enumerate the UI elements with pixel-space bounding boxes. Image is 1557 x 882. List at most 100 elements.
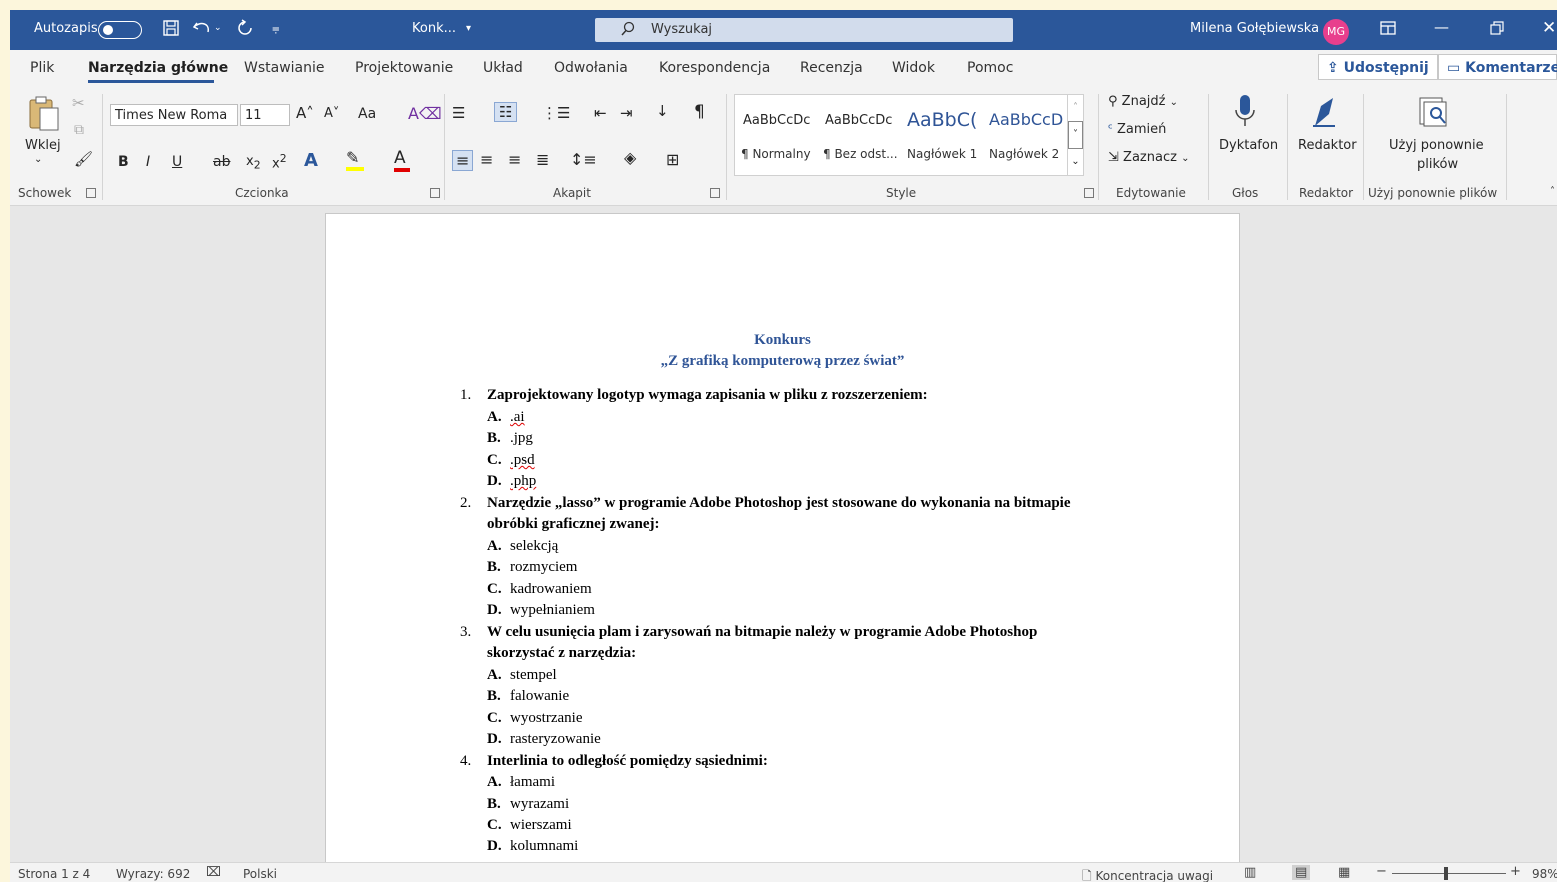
reuse-label-line2[interactable]: plików: [1417, 157, 1458, 172]
close-icon[interactable]: ✕: [1542, 18, 1556, 38]
increase-indent-icon[interactable]: ⇥: [620, 104, 633, 122]
paragraph-launcher-icon[interactable]: [710, 188, 720, 198]
shading-icon[interactable]: ◈: [624, 148, 636, 167]
page-count[interactable]: Strona 1 z 4: [18, 867, 90, 881]
change-case-button[interactable]: Aa: [358, 106, 376, 122]
autosave-toggle[interactable]: [98, 21, 142, 39]
font-name-combo[interactable]: Times New Roma: [110, 104, 238, 126]
save-icon[interactable]: [162, 19, 180, 41]
subscript-button[interactable]: x2: [246, 154, 261, 172]
tab-view[interactable]: Widok: [892, 60, 935, 76]
bullets-icon[interactable]: ☰: [452, 104, 465, 122]
doc-name-chevron-icon[interactable]: ▾: [466, 23, 471, 34]
select-button[interactable]: ⇲ Zaznacz ⌄: [1108, 150, 1189, 165]
paste-dropdown-icon[interactable]: ⌄: [34, 154, 42, 165]
italic-button[interactable]: I: [146, 154, 150, 170]
shrink-font-icon[interactable]: A˅: [324, 106, 339, 121]
underline-button[interactable]: U: [172, 154, 182, 170]
styles-scroll-up-icon[interactable]: ˄: [1068, 95, 1083, 121]
highlight-icon[interactable]: ✎: [346, 148, 364, 171]
strikethrough-button[interactable]: ab: [213, 154, 230, 170]
microphone-icon[interactable]: [1234, 94, 1256, 136]
paste-label[interactable]: Wklej: [25, 138, 61, 153]
replace-button[interactable]: ᶜ Zamień: [1108, 122, 1166, 137]
collapse-ribbon-icon[interactable]: ˄: [1550, 186, 1555, 197]
line-spacing-icon[interactable]: ↕≡: [570, 150, 597, 169]
reuse-files-icon[interactable]: [1418, 96, 1448, 132]
minimize-icon[interactable]: —: [1434, 18, 1449, 36]
style-heading-1[interactable]: AaBbC( Nagłówek 1: [905, 95, 987, 175]
clipboard-launcher-icon[interactable]: [86, 188, 96, 198]
editor-icon[interactable]: [1311, 96, 1337, 132]
superscript-button[interactable]: x2: [272, 152, 287, 171]
tab-home[interactable]: Narzędzia główne: [88, 60, 228, 76]
tab-layout[interactable]: Układ: [483, 60, 523, 76]
zoom-level[interactable]: 98%: [1532, 867, 1557, 881]
zoom-slider-track[interactable]: [1392, 873, 1506, 874]
font-launcher-icon[interactable]: [430, 188, 440, 198]
format-painter-icon[interactable]: 🖌: [74, 150, 93, 168]
undo-dropdown-icon[interactable]: ⌄: [214, 23, 222, 33]
tab-insert[interactable]: Wstawianie: [244, 60, 325, 76]
justify-icon[interactable]: ≣: [536, 150, 549, 169]
styles-more-icon[interactable]: ⌄: [1068, 149, 1083, 175]
align-right-icon[interactable]: ≡: [508, 150, 521, 169]
copy-icon[interactable]: ⧉: [74, 122, 84, 138]
document-page[interactable]: Konkurs „Z grafiką komputerową przez świ…: [325, 213, 1240, 873]
font-color-icon[interactable]: A: [394, 148, 410, 172]
zoom-slider-thumb[interactable]: [1444, 867, 1448, 880]
tab-mailings[interactable]: Korespondencja: [659, 60, 770, 76]
tab-review[interactable]: Recenzja: [800, 60, 863, 76]
align-center-icon[interactable]: ≡: [480, 150, 493, 169]
grow-font-icon[interactable]: A˄: [296, 104, 314, 122]
borders-icon[interactable]: ⊞: [666, 150, 679, 169]
bold-button[interactable]: B: [118, 154, 129, 170]
language[interactable]: Polski: [243, 867, 277, 881]
restore-icon[interactable]: [1490, 21, 1504, 39]
multilevel-list-icon[interactable]: ⋮☰: [542, 104, 570, 122]
reuse-label-line1[interactable]: Użyj ponownie: [1389, 138, 1484, 153]
word-count[interactable]: Wyrazy: 692: [116, 867, 190, 881]
decrease-indent-icon[interactable]: ⇤: [594, 104, 607, 122]
ribbon-display-icon[interactable]: [1380, 21, 1396, 39]
text-effects-icon[interactable]: A: [304, 150, 318, 171]
tab-help[interactable]: Pomoc: [967, 60, 1013, 76]
zoom-out-icon[interactable]: −: [1376, 864, 1387, 879]
styles-launcher-icon[interactable]: [1084, 188, 1094, 198]
cut-icon[interactable]: ✂: [72, 94, 85, 112]
find-button[interactable]: ⚲ Znajdź ⌄: [1108, 94, 1178, 109]
clear-formatting-icon[interactable]: A⌫: [408, 104, 442, 123]
user-name[interactable]: Milena Gołębiewska: [1190, 21, 1319, 36]
style-normal[interactable]: AaBbCcDc ¶ Normalny: [735, 95, 821, 175]
avatar[interactable]: MG: [1323, 19, 1349, 45]
focus-mode-button[interactable]: 🗋 Koncentracja uwagi: [1082, 867, 1213, 882]
comments-button[interactable]: ▭ Komentarze: [1438, 54, 1557, 80]
redo-icon[interactable]: [236, 19, 254, 41]
customize-icon[interactable]: ⩦: [272, 21, 280, 36]
search-box[interactable]: Wyszukaj: [595, 18, 1013, 42]
numbering-icon[interactable]: ☷: [494, 102, 518, 122]
document-name[interactable]: Konk...: [412, 21, 456, 36]
style-no-spacing[interactable]: AaBbCcDc ¶ Bez odst...: [821, 95, 905, 175]
read-mode-icon[interactable]: ▥: [1244, 865, 1256, 880]
styles-scroll-down-icon[interactable]: ˅: [1068, 121, 1083, 149]
paste-icon[interactable]: [26, 94, 62, 138]
print-layout-icon[interactable]: ▤: [1292, 865, 1311, 880]
tab-references[interactable]: Odwołania: [554, 60, 628, 76]
sort-icon[interactable]: ↓: [656, 102, 669, 120]
align-left-icon[interactable]: ≡: [452, 150, 474, 171]
styles-scroll[interactable]: ˄ ˅ ⌄: [1067, 95, 1083, 175]
styles-group-label: Style: [886, 186, 917, 200]
show-formatting-icon[interactable]: ¶: [694, 102, 705, 122]
dictate-label[interactable]: Dyktafon: [1219, 138, 1278, 153]
web-layout-icon[interactable]: ▦: [1338, 865, 1350, 880]
style-heading-2[interactable]: AaBbCcD Nagłówek 2: [987, 95, 1065, 175]
font-size-combo[interactable]: 11: [240, 104, 290, 126]
share-button[interactable]: ⇪ Udostępnij: [1318, 54, 1438, 80]
tab-file[interactable]: Plik: [30, 60, 54, 76]
zoom-in-icon[interactable]: +: [1510, 864, 1521, 879]
undo-icon[interactable]: [192, 19, 212, 41]
tab-design[interactable]: Projektowanie: [355, 60, 453, 76]
proofing-icon[interactable]: ⌧: [206, 865, 221, 880]
editor-label[interactable]: Redaktor: [1298, 138, 1357, 153]
